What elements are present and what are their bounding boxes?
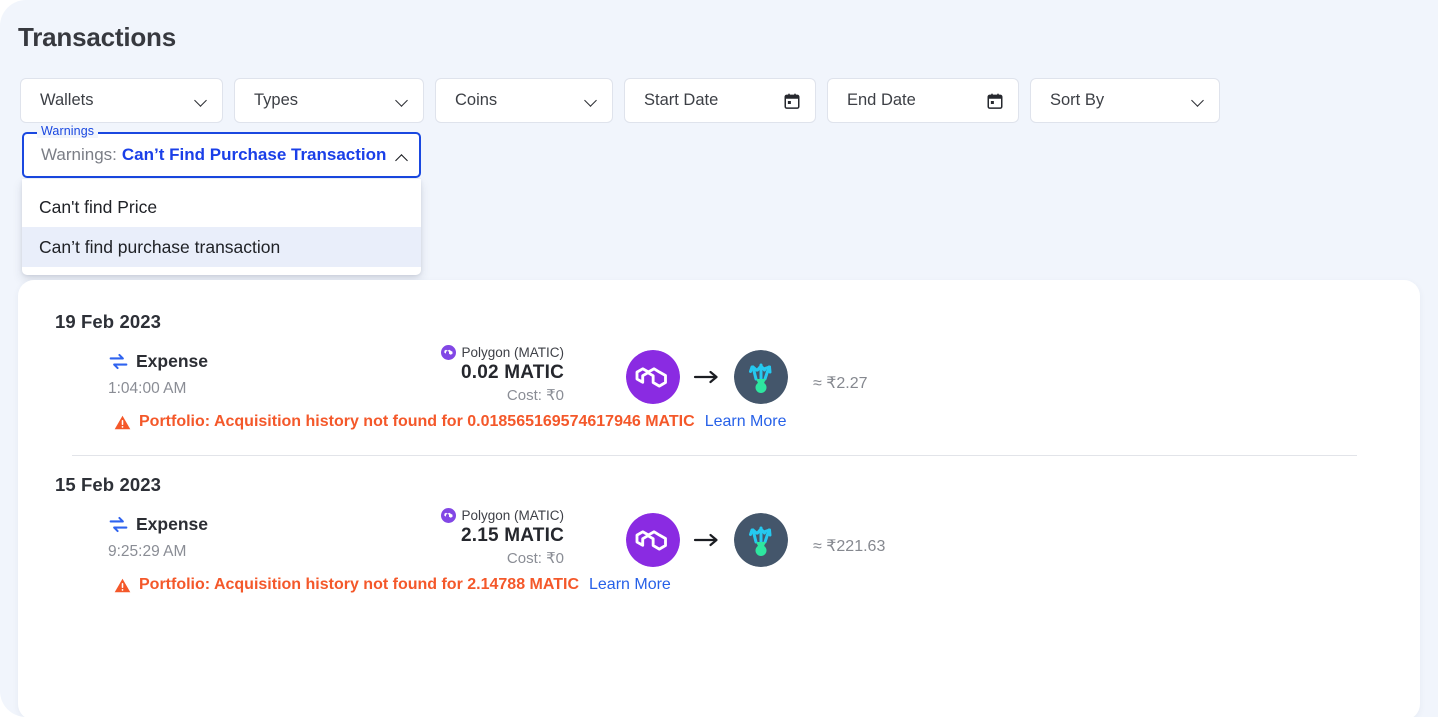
warnings-select: Warnings Warnings: Can’t Find Purchase T… — [22, 132, 421, 178]
spend-wallet-icon — [734, 350, 788, 404]
warnings-select-legend: Warnings — [37, 125, 98, 138]
transaction-amounts: Polygon (MATIC) 0.02 MATIC Cost: ₹0 — [441, 345, 564, 404]
transaction-warning: Portfolio: Acquisition history not found… — [114, 413, 787, 431]
warnings-option-cant-find-purchase-transaction[interactable]: Can’t find purchase transaction — [22, 227, 421, 267]
filter-start-date[interactable]: Start Date — [624, 78, 816, 123]
arrow-right-icon — [693, 368, 721, 386]
filter-sort-by[interactable]: Sort By — [1030, 78, 1220, 123]
learn-more-link[interactable]: Learn More — [705, 413, 787, 431]
polygon-icon — [441, 508, 456, 523]
warning-triangle-icon — [114, 414, 131, 431]
learn-more-link[interactable]: Learn More — [589, 576, 671, 594]
filter-end-date-label: End Date — [847, 91, 986, 110]
transaction-coin-line: Polygon (MATIC) — [441, 345, 564, 360]
transaction-date-header: 15 Feb 2023 — [18, 443, 1420, 496]
swap-arrows-icon — [108, 514, 129, 535]
transaction-coin-name: Polygon (MATIC) — [461, 345, 564, 360]
spend-wallet-icon — [734, 513, 788, 567]
filter-sort-by-label: Sort By — [1050, 91, 1186, 110]
calendar-icon — [986, 92, 1004, 110]
transaction-date-header: 19 Feb 2023 — [18, 280, 1420, 333]
transaction-type-label: Expense — [136, 514, 208, 535]
transaction-warning: Portfolio: Acquisition history not found… — [114, 576, 671, 594]
transaction-cost: Cost: ₹0 — [441, 386, 564, 404]
chevron-down-icon — [195, 94, 208, 107]
filter-wallets-label: Wallets — [40, 91, 189, 110]
filter-coins[interactable]: Coins — [435, 78, 613, 123]
chevron-up-icon[interactable] — [395, 152, 408, 165]
warnings-select-control[interactable]: Warnings Warnings: Can’t Find Purchase T… — [22, 132, 421, 178]
transaction-flow — [626, 513, 788, 567]
transaction-row[interactable]: Expense 1:04:00 AM Polygon (MATIC) 0.02 … — [18, 347, 1420, 429]
filter-start-date-label: Start Date — [644, 91, 783, 110]
transaction-row[interactable]: Expense 9:25:29 AM Polygon (MATIC) 2.15 … — [18, 510, 1420, 592]
filter-wallets[interactable]: Wallets — [20, 78, 223, 123]
filter-types[interactable]: Types — [234, 78, 424, 123]
swap-arrows-icon — [108, 351, 129, 372]
calendar-icon — [783, 92, 801, 110]
transaction-day-group: 15 Feb 2023 Expense 9:25:29 AM — [18, 443, 1420, 592]
transaction-cost: Cost: ₹0 — [441, 549, 564, 567]
polygon-icon — [441, 345, 456, 360]
transactions-card: 19 Feb 2023 Expense 1:04:00 AM — [18, 280, 1420, 717]
transaction-amounts: Polygon (MATIC) 2.15 MATIC Cost: ₹0 — [441, 508, 564, 567]
transaction-time: 9:25:29 AM — [108, 543, 186, 561]
warnings-select-value: Can’t Find Purchase Transaction — [122, 145, 387, 165]
transaction-type: Expense — [108, 514, 208, 535]
transaction-type: Expense — [108, 351, 208, 372]
transactions-page: Transactions Wallets Types Coins Start D… — [0, 0, 1438, 717]
transaction-warning-text: Portfolio: Acquisition history not found… — [139, 576, 579, 594]
transaction-type-label: Expense — [136, 351, 208, 372]
arrow-right-icon — [693, 531, 721, 549]
polygon-token-icon — [626, 513, 680, 567]
chevron-down-icon — [585, 94, 598, 107]
transaction-warning-text: Portfolio: Acquisition history not found… — [139, 413, 695, 431]
warnings-select-prefix: Warnings: — [41, 145, 117, 165]
chevron-down-icon — [1192, 94, 1205, 107]
transaction-fiat-value: ≈ ₹221.63 — [813, 536, 885, 556]
polygon-token-icon — [626, 350, 680, 404]
filter-bar: Wallets Types Coins Start Date End Date — [20, 78, 1220, 123]
transaction-amount: 2.15 MATIC — [441, 525, 564, 547]
warnings-option-list: Can't find Price Can’t find purchase tra… — [22, 179, 421, 275]
transaction-time: 1:04:00 AM — [108, 380, 186, 398]
page-title: Transactions — [18, 22, 176, 53]
filter-coins-label: Coins — [455, 91, 579, 110]
filter-types-label: Types — [254, 91, 390, 110]
transaction-day-group: 19 Feb 2023 Expense 1:04:00 AM — [18, 280, 1420, 429]
chevron-down-icon — [396, 94, 409, 107]
filter-end-date[interactable]: End Date — [827, 78, 1019, 123]
warning-triangle-icon — [114, 577, 131, 594]
transaction-coin-line: Polygon (MATIC) — [441, 508, 564, 523]
transaction-fiat-value: ≈ ₹2.27 — [813, 373, 868, 393]
transaction-flow — [626, 350, 788, 404]
warnings-option-cant-find-price[interactable]: Can't find Price — [22, 187, 421, 227]
transaction-amount: 0.02 MATIC — [441, 362, 564, 384]
transaction-coin-name: Polygon (MATIC) — [461, 508, 564, 523]
